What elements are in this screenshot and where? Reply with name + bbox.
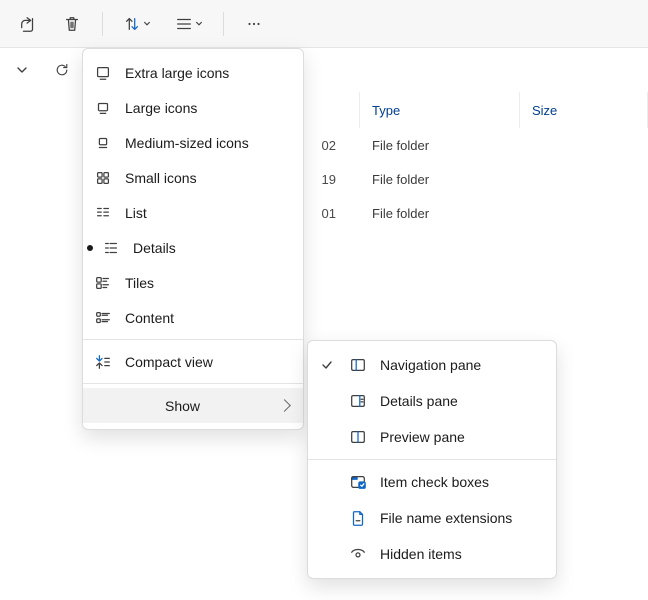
content-icon <box>93 308 113 328</box>
submenu-label: Hidden items <box>380 546 542 562</box>
menu-label: List <box>125 205 289 221</box>
large-icons-icon <box>93 98 113 118</box>
preview-pane-icon <box>348 428 368 446</box>
bullet-indicator-icon <box>87 245 93 251</box>
menu-item-details[interactable]: Details <box>83 230 303 265</box>
submenu-label: Navigation pane <box>380 357 542 373</box>
delete-button[interactable] <box>52 6 92 42</box>
menu-label: Show <box>125 398 260 414</box>
submenu-item-navigation-pane[interactable]: Navigation pane <box>308 347 556 383</box>
menu-label: Extra large icons <box>125 65 289 81</box>
tiles-icon <box>93 273 113 293</box>
navigation-pane-icon <box>348 356 368 374</box>
column-header-size[interactable]: Size <box>520 92 648 128</box>
compact-view-icon <box>93 352 113 372</box>
menu-label: Content <box>125 310 289 326</box>
submenu-item-hidden-items[interactable]: Hidden items <box>308 536 556 572</box>
file-extensions-icon <box>348 509 368 527</box>
menu-item-extra-large-icons[interactable]: Extra large icons <box>83 55 303 90</box>
medium-icons-icon <box>93 133 113 153</box>
submenu-item-file-extensions[interactable]: File name extensions <box>308 500 556 536</box>
hidden-items-icon <box>348 545 368 563</box>
column-header-type[interactable]: Type <box>360 92 520 128</box>
checkmark-icon <box>318 358 336 372</box>
extra-large-icons-icon <box>93 63 113 83</box>
check-boxes-icon <box>348 473 368 491</box>
submenu-label: Preview pane <box>380 429 542 445</box>
submenu-label: File name extensions <box>380 510 542 526</box>
sort-button[interactable] <box>113 6 161 42</box>
view-button[interactable] <box>165 6 213 42</box>
details-icon <box>101 238 121 258</box>
type-cell: File folder <box>360 172 520 187</box>
command-bar <box>0 0 648 48</box>
more-button[interactable] <box>234 6 274 42</box>
menu-separator <box>83 339 303 340</box>
toolbar-divider <box>223 12 224 36</box>
menu-item-show[interactable]: Show <box>83 388 303 423</box>
menu-label: Details <box>133 240 289 256</box>
menu-item-medium-icons[interactable]: Medium-sized icons <box>83 125 303 160</box>
menu-item-tiles[interactable]: Tiles <box>83 265 303 300</box>
view-menu: Extra large icons Large icons Medium-siz… <box>82 48 304 430</box>
list-icon <box>93 203 113 223</box>
menu-label: Large icons <box>125 100 289 116</box>
submenu-label: Details pane <box>380 393 542 409</box>
toolbar-divider <box>102 12 103 36</box>
menu-separator <box>308 459 556 460</box>
nav-more-button[interactable] <box>6 54 38 86</box>
submenu-label: Item check boxes <box>380 474 542 490</box>
details-pane-icon <box>348 392 368 410</box>
refresh-button[interactable] <box>46 54 78 86</box>
type-cell: File folder <box>360 138 520 153</box>
submenu-item-details-pane[interactable]: Details pane <box>308 383 556 419</box>
menu-label: Tiles <box>125 275 289 291</box>
submenu-item-preview-pane[interactable]: Preview pane <box>308 419 556 455</box>
menu-label: Compact view <box>125 354 289 370</box>
menu-label: Small icons <box>125 170 289 186</box>
menu-item-small-icons[interactable]: Small icons <box>83 160 303 195</box>
share-button[interactable] <box>8 6 48 42</box>
menu-item-compact-view[interactable]: Compact view <box>83 344 303 379</box>
submenu-item-check-boxes[interactable]: Item check boxes <box>308 464 556 500</box>
blank-icon <box>93 396 113 416</box>
menu-item-list[interactable]: List <box>83 195 303 230</box>
small-icons-icon <box>93 168 113 188</box>
type-cell: File folder <box>360 206 520 221</box>
menu-item-large-icons[interactable]: Large icons <box>83 90 303 125</box>
menu-item-content[interactable]: Content <box>83 300 303 335</box>
menu-label: Medium-sized icons <box>125 135 289 151</box>
show-submenu: Navigation pane Details pane Preview pan… <box>307 340 557 579</box>
menu-separator <box>83 383 303 384</box>
